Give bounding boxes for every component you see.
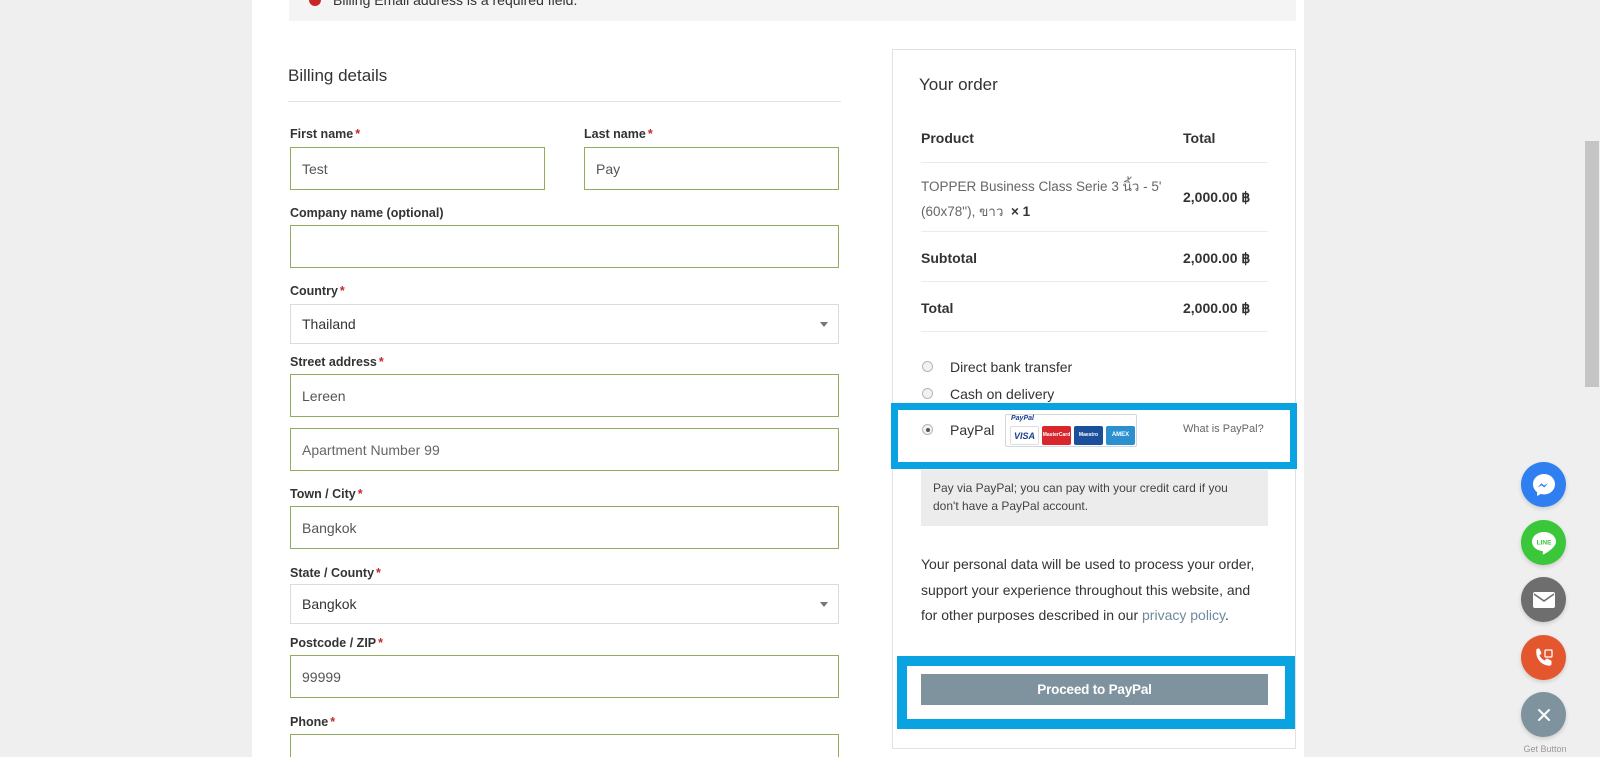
product-name: TOPPER Business Class Serie 3 นิ้ว - 5' … [921,179,1162,219]
get-button-label[interactable]: Get Button [1521,744,1569,754]
close-widget-button[interactable] [1521,692,1566,737]
postcode-input[interactable] [290,655,839,698]
country-select[interactable]: Thailand [290,304,839,344]
error-icon [309,0,321,6]
divider [921,162,1268,163]
phone-icon [1535,648,1553,666]
company-input[interactable] [290,225,839,268]
amex-icon: AMEX [1106,426,1135,445]
total-value: 2,000.00 ฿ [1183,300,1251,316]
privacy-notice: Your personal data will be used to proce… [921,556,1255,623]
envelope-icon [1532,591,1555,608]
messenger-icon [1532,473,1555,496]
radio-paypal[interactable] [922,424,933,435]
proceed-to-paypal-button[interactable]: Proceed to PayPal [921,674,1268,705]
product-total: 2,000.00 ฿ [1183,189,1251,205]
chevron-down-icon [820,322,828,327]
country-label: Country * [290,284,345,298]
country-value: Thailand [302,316,356,332]
last-name-input[interactable] [584,147,839,190]
paypal-description: Pay via PayPal; you can pay with your cr… [921,470,1268,526]
subtotal-label: Subtotal [921,250,977,266]
state-value: Bangkok [302,596,357,612]
subtotal-value: 2,000.00 ฿ [1183,250,1251,266]
first-name-label: First name * [290,127,361,141]
paypal-label[interactable]: PayPal [950,422,994,438]
cash-on-delivery-label[interactable]: Cash on delivery [950,386,1054,402]
column-total: Total [1183,130,1216,146]
total-label: Total [921,300,954,316]
error-text: Billing Email address is a required fiel… [333,0,578,8]
phone-input[interactable] [290,734,839,757]
bank-transfer-label[interactable]: Direct bank transfer [950,359,1072,375]
line-button[interactable]: LINE [1521,520,1566,565]
street-label: Street address * [290,355,384,369]
paypal-cards-logo: PayPal VISA MasterCard Maestro AMEX [1005,414,1137,447]
phone-label: Phone * [290,715,336,729]
company-label: Company name (optional) [290,206,444,220]
chevron-down-icon [820,602,828,607]
svg-text:LINE: LINE [1536,539,1551,546]
radio-cash-on-delivery[interactable] [922,388,933,399]
state-label: State / County * [290,566,381,580]
mastercard-icon: MasterCard [1042,426,1071,445]
line-chat-icon: LINE [1531,531,1556,555]
error-notice: Billing Email address is a required fiel… [289,0,1296,21]
divider [921,281,1268,282]
close-icon [1537,708,1550,721]
divider [921,231,1268,232]
divider [921,331,1268,332]
town-label: Town / City * [290,487,363,501]
town-input[interactable] [290,506,839,549]
scrollbar-thumb[interactable] [1585,141,1599,387]
last-name-label: Last name * [584,127,653,141]
column-product: Product [921,130,974,146]
visa-icon: VISA [1010,426,1039,445]
phone-button[interactable] [1521,635,1566,680]
divider [288,101,841,102]
apartment-input[interactable] [290,428,839,471]
state-select[interactable]: Bangkok [290,584,839,624]
postcode-label: Postcode / ZIP * [290,636,384,650]
billing-title: Billing details [288,66,388,85]
order-title: Your order [919,75,998,94]
privacy-policy-link[interactable]: privacy policy [1142,607,1225,623]
street-input[interactable] [290,374,839,417]
messenger-button[interactable] [1521,462,1566,507]
what-is-paypal-link[interactable]: What is PayPal? [1183,423,1264,435]
email-button[interactable] [1521,577,1566,622]
first-name-input[interactable] [290,147,545,190]
paypal-logo-text: PayPal [1011,415,1034,422]
radio-bank-transfer[interactable] [922,361,933,372]
product-qty: × 1 [1010,204,1031,219]
maestro-icon: Maestro [1074,426,1103,445]
